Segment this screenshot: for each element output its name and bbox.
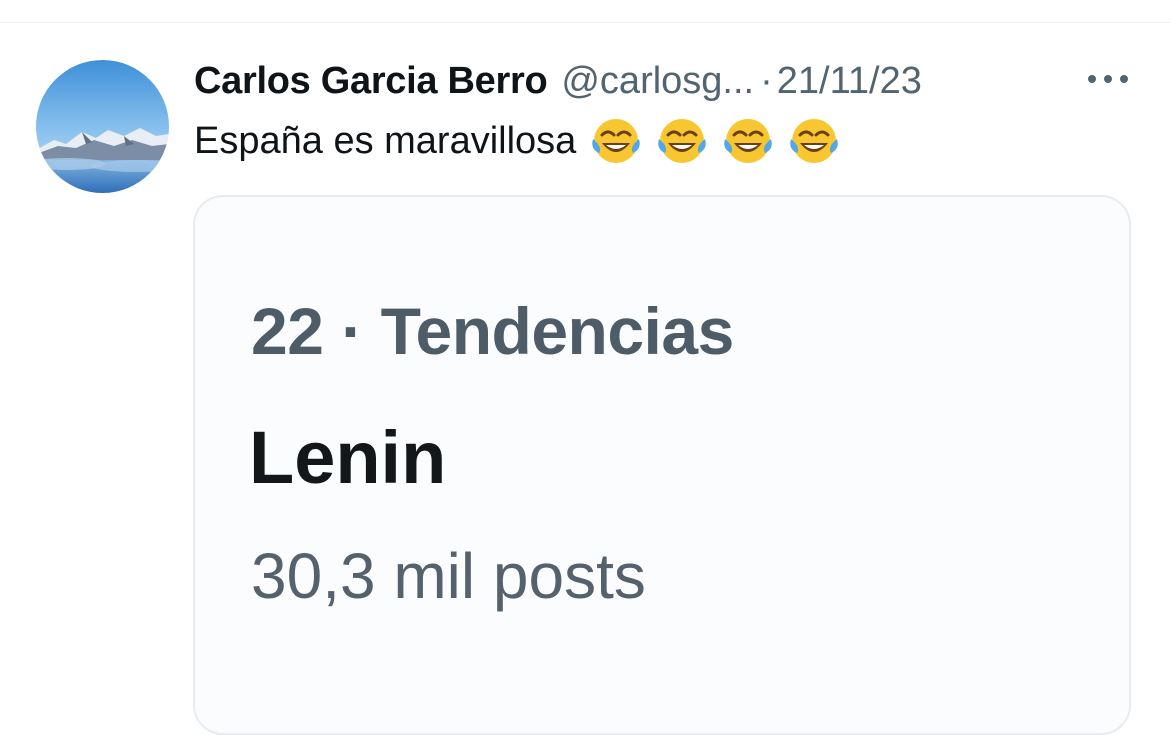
tweet-header: Carlos Garcia Berro @carlosg... · 21/11/… bbox=[194, 53, 922, 109]
laughing-tears-emoji-icon bbox=[592, 119, 641, 163]
tweet-text: España es maravillosa bbox=[194, 117, 840, 165]
mountain-landscape-avatar-image bbox=[36, 60, 169, 193]
attached-image-card[interactable]: 22 · Tendencias Lenin 30,3 mil posts bbox=[193, 195, 1131, 735]
avatar[interactable] bbox=[36, 60, 169, 193]
trend-meta: 22 · Tendencias bbox=[251, 294, 734, 368]
tweet[interactable]: Carlos Garcia Berro @carlosg... · 21/11/… bbox=[0, 23, 1170, 735]
author-handle[interactable]: @carlosg... bbox=[561, 60, 754, 103]
more-horizontal-icon bbox=[1088, 75, 1128, 83]
more-options-button[interactable] bbox=[1080, 61, 1136, 97]
author-name[interactable]: Carlos Garcia Berro bbox=[194, 60, 548, 103]
laughing-tears-emoji-icon bbox=[724, 119, 773, 163]
tweet-date[interactable]: 21/11/23 bbox=[777, 60, 922, 103]
emoji-row bbox=[590, 115, 840, 167]
laughing-tears-emoji-icon bbox=[658, 119, 707, 163]
separator-dot: · bbox=[760, 59, 773, 102]
trend-post-count: 30,3 mil posts bbox=[251, 540, 646, 612]
trend-title: Lenin bbox=[249, 416, 447, 499]
tweet-text-content: España es maravillosa bbox=[194, 119, 577, 162]
laughing-tears-emoji-icon bbox=[790, 119, 839, 163]
